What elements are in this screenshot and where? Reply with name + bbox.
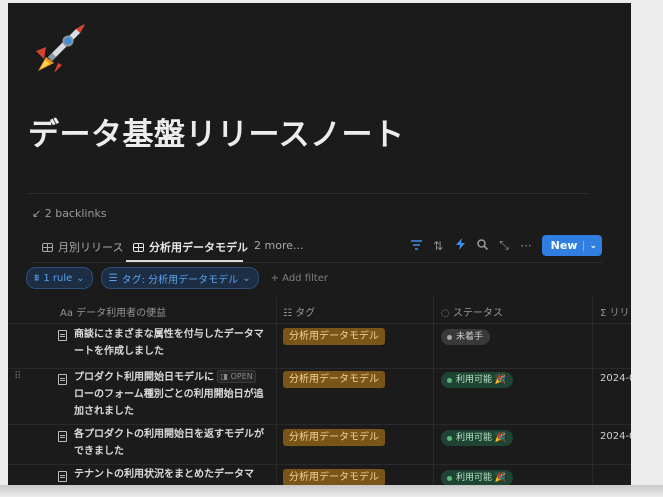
backlinks-label: 2 backlinks [44,207,107,220]
tag-filter-label: タグ: 分析用データモデル [121,274,239,286]
status-icon: ◌ [441,308,450,319]
column-header-release[interactable]: Σ リリ [600,304,630,319]
column-header-status[interactable]: ◌ ステータス [441,304,503,319]
status-badge[interactable]: 利用可能 🎉 [441,470,514,485]
page-icon [58,374,67,385]
status-dot [447,475,452,481]
tab-label: 月別リリース [58,241,124,254]
table-row[interactable]: テナントの利用状況をまとめたデータマ 分析用データモデル 利用可能 🎉 [8,464,631,485]
status-dot [447,435,452,441]
row-name[interactable]: 各プロダクトの利用開始日を返すモデルができました [74,426,264,460]
status-label: 利用可能 🎉 [456,375,507,385]
view-tabs-bar: 月別リリース 分析用データモデル 2 more... ⇅ ⤡ ··· New ⌄ [32,233,602,263]
open-button[interactable]: ◨ OPEN [217,370,256,383]
table-row[interactable]: 各プロダクトの利用開始日を返すモデルができました 分析用データモデル 利用可能 … [8,424,631,465]
sidepeek-icon: ◨ [220,372,229,381]
text-property-icon: Aa [60,308,73,319]
tag-badge[interactable]: 分析用データモデル [283,429,385,446]
drag-handle-icon[interactable]: ⠿ [14,371,21,382]
column-header-tag[interactable]: ☷ タグ [283,304,315,319]
status-dot [447,377,452,383]
screenshot-frame: データ基盤リリースノート ↙ 2 backlinks 月別リリース 分析用データ… [0,0,663,497]
row-name-part: プロダクト利用開始日モデルに [74,372,214,383]
row-name[interactable]: プロダクト利用開始日モデルに ◨ OPEN ローのフォーム種別ごとの利用開始日が… [74,369,264,420]
formula-icon: Σ [600,308,607,319]
chevron-down-icon[interactable]: ⌄ [583,240,597,251]
filter-bar: ⩩ 1 rule ⌄ ☰ タグ: 分析用データモデル ⌄ + Add filte… [26,267,328,289]
automation-icon[interactable] [454,238,467,253]
status-label: 未着手 [456,332,484,342]
frame-shadow [0,485,663,497]
chevron-down-icon: ⌄ [242,272,251,284]
filter-icon[interactable] [410,239,423,253]
tab-label: 2 more... [254,239,304,252]
backlink-arrow-icon: ↙ [32,207,42,220]
tab-more-views[interactable]: 2 more... [254,239,303,252]
notion-page: データ基盤リリースノート ↙ 2 backlinks 月別リリース 分析用データ… [8,3,631,485]
chevron-down-icon: ⌄ [76,272,85,284]
list-icon: ☷ [283,308,292,319]
new-button[interactable]: New ⌄ [541,235,602,256]
open-label: OPEN [230,372,253,381]
sort-icon[interactable]: ⇅ [432,239,445,253]
column-header-name[interactable]: Aa データ利用者の便益 [60,304,166,319]
tab-label: 分析用データモデル [149,241,248,254]
rocket-icon[interactable] [28,17,92,81]
release-date: 2024-0 [600,373,631,384]
row-name-part: ローのフォーム種別ごとの利用開始日が追加されました [74,389,264,417]
status-badge[interactable]: 利用可能 🎉 [441,372,514,388]
column-header-label: ステータス [452,308,503,319]
tag-badge[interactable]: 分析用データモデル [283,328,385,345]
divider [28,193,588,194]
page-icon [58,330,67,341]
status-dot [447,334,452,340]
table-icon [133,242,144,252]
tag-badge[interactable]: 分析用データモデル [283,469,385,485]
backlinks-link[interactable]: ↙ 2 backlinks [32,207,107,220]
table-header: Aa データ利用者の便益 ☷ タグ ◌ ステータス Σ リリ [8,297,631,324]
expand-icon[interactable]: ⤡ [498,238,511,253]
search-icon[interactable] [476,238,489,253]
release-date: 2024-0 [600,431,631,442]
table-row[interactable]: 商談にさまざまな属性を付与したデータマートを作成しました 分析用データモデル 未… [8,324,631,369]
status-badge[interactable]: 利用可能 🎉 [441,430,514,446]
add-filter-label: Add filter [282,272,328,284]
tabs-divider [32,262,602,263]
column-header-label: リリ [609,308,630,319]
page-icon [58,471,67,482]
row-name[interactable]: 商談にさまざまな属性を付与したデータマートを作成しました [74,326,264,360]
row-name[interactable]: テナントの利用状況をまとめたデータマ [74,466,264,483]
more-icon[interactable]: ··· [520,239,533,253]
status-label: 利用可能 🎉 [456,433,507,443]
tab-monthly-release[interactable]: 月別リリース [42,239,123,255]
column-header-label: データ利用者の便益 [76,308,167,319]
status-label: 利用可能 🎉 [456,473,507,483]
column-header-label: タグ [295,308,316,319]
add-filter-button[interactable]: + Add filter [271,273,328,284]
page-icon [58,431,67,442]
rule-filter-chip[interactable]: ⩩ 1 rule ⌄ [26,267,93,289]
table-row[interactable]: ⠿ プロダクト利用開始日モデルに ◨ OPEN ローのフォーム種別ごとの利用開始… [8,368,631,425]
status-badge[interactable]: 未着手 [441,329,491,345]
rule-filter-label: 1 rule [43,272,73,284]
table-icon [42,242,53,252]
tab-analytics-data-model[interactable]: 分析用データモデル [133,239,248,255]
tag-filter-chip[interactable]: ☰ タグ: 分析用データモデル ⌄ [100,267,259,289]
list-icon: ☰ [108,272,118,284]
plus-icon: + [270,272,279,284]
tag-badge[interactable]: 分析用データモデル [283,371,385,388]
filter-icon: ⩩ [34,272,40,284]
new-button-label: New [550,239,578,252]
view-toolbar: ⇅ ⤡ ··· New ⌄ [410,235,602,256]
page-title[interactable]: データ基盤リリースノート [28,109,404,154]
